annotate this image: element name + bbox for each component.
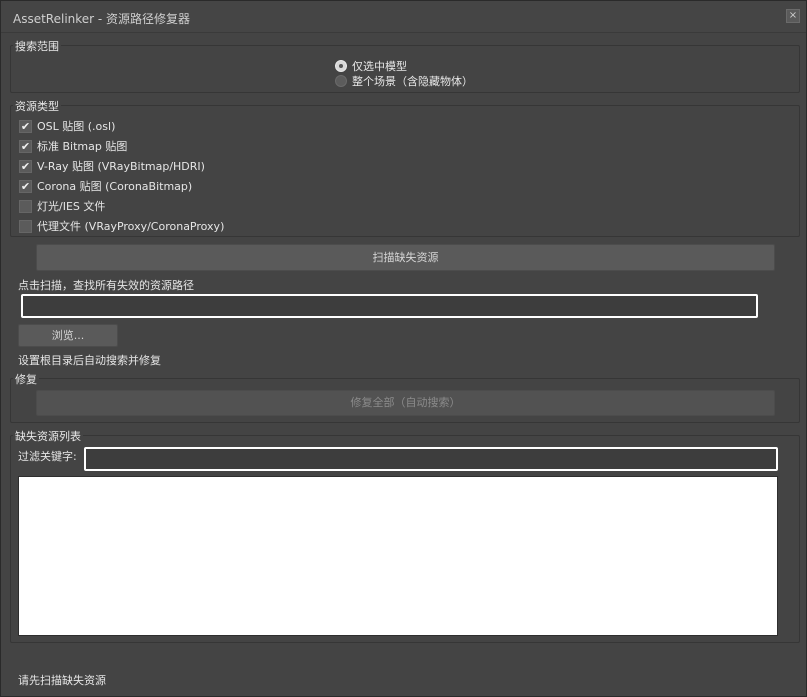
checkbox-ies[interactable]: 灯光/IES 文件 [19, 198, 105, 214]
empty-checkbox-icon [19, 219, 32, 233]
checkmark-icon: ✔ [19, 119, 32, 133]
window-title: AssetRelinker - 资源路径修复器 [13, 12, 191, 26]
missing-assets-list[interactable] [18, 476, 778, 636]
filter-label: 过滤关键字: [18, 450, 77, 463]
checkmark-icon: ✔ [19, 139, 32, 153]
status-text: 请先扫描缺失资源 [18, 674, 106, 687]
path-input[interactable] [21, 294, 758, 318]
checkbox-bitmap-label: 标准 Bitmap 贴图 [37, 140, 128, 153]
checkbox-proxy[interactable]: 代理文件 (VRayProxy/CoronaProxy) [19, 218, 224, 234]
radio-whole-scene[interactable]: 整个场景（含隐藏物体） [335, 73, 473, 89]
repair-label: 修复 [13, 371, 39, 387]
radio-unselected-icon [335, 75, 347, 87]
checkbox-bitmap[interactable]: ✔ 标准 Bitmap 贴图 [19, 138, 127, 154]
radio-selected-icon [335, 60, 347, 72]
asset-types-label: 资源类型 [13, 98, 61, 114]
search-scope-label: 搜索范围 [13, 38, 61, 54]
checkbox-vray-label: V-Ray 贴图 (VRayBitmap/HDRI) [37, 160, 205, 173]
missing-list-label: 缺失资源列表 [13, 428, 83, 444]
scan-hint: 点击扫描，查找所有失效的资源路径 [18, 279, 194, 292]
checkbox-osl-label: OSL 贴图 (.osl) [37, 120, 116, 133]
browse-button[interactable]: 浏览... [18, 324, 118, 347]
filter-input[interactable] [84, 447, 778, 471]
empty-checkbox-icon [19, 199, 32, 213]
checkbox-ies-label: 灯光/IES 文件 [37, 200, 106, 213]
checkbox-osl[interactable]: ✔ OSL 贴图 (.osl) [19, 118, 115, 134]
radio-selected-models-label: 仅选中模型 [352, 60, 407, 73]
checkbox-corona-label: Corona 贴图 (CoronaBitmap) [37, 180, 193, 193]
checkmark-icon: ✔ [19, 179, 32, 193]
browse-hint: 设置根目录后自动搜索并修复 [18, 354, 161, 367]
radio-selected-models[interactable]: 仅选中模型 [335, 58, 407, 74]
scan-button[interactable]: 扫描缺失资源 [36, 244, 775, 271]
title-bar[interactable]: AssetRelinker - 资源路径修复器 × [1, 1, 806, 33]
checkmark-icon: ✔ [19, 159, 32, 173]
asset-relinker-window: AssetRelinker - 资源路径修复器 × 搜索范围 仅选中模型 整个场… [0, 0, 807, 697]
checkbox-corona[interactable]: ✔ Corona 贴图 (CoronaBitmap) [19, 178, 192, 194]
repair-all-button[interactable]: 修复全部（自动搜索） [36, 390, 775, 416]
checkbox-vray[interactable]: ✔ V-Ray 贴图 (VRayBitmap/HDRI) [19, 158, 205, 174]
checkbox-proxy-label: 代理文件 (VRayProxy/CoronaProxy) [37, 220, 225, 233]
close-icon[interactable]: × [786, 9, 800, 23]
radio-whole-scene-label: 整个场景（含隐藏物体） [352, 75, 473, 88]
